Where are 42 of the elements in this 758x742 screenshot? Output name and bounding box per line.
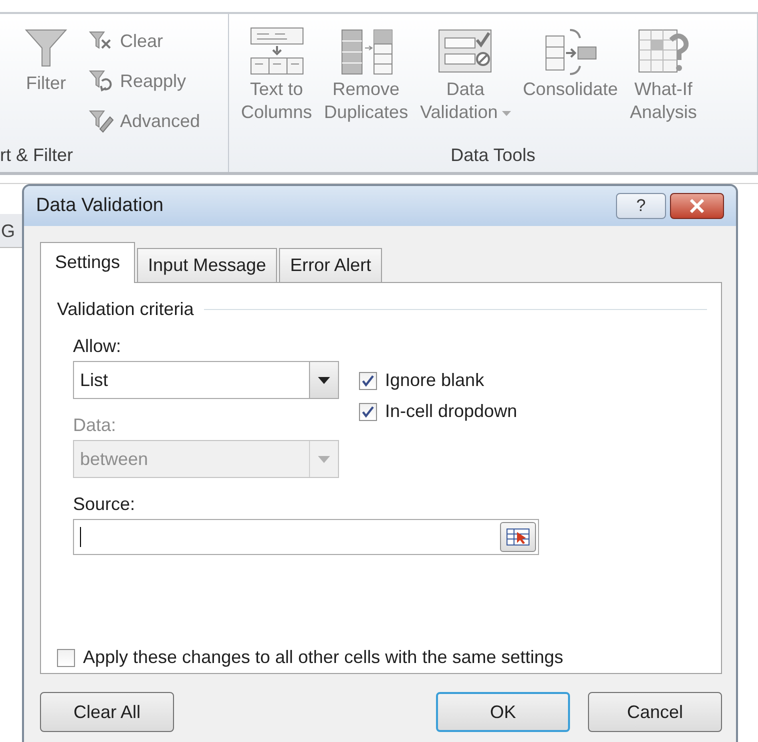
field-label: Allow: [73, 336, 122, 357]
reapply-filter-icon [88, 69, 114, 93]
dropdown-arrow-icon [318, 376, 330, 384]
advanced-filter-icon [88, 109, 114, 133]
ribbon-button[interactable]: Data Validation [416, 22, 515, 145]
checkbox[interactable] [359, 372, 377, 390]
checkbox[interactable] [57, 648, 75, 666]
group-label: Data Tools [450, 145, 536, 167]
range-select-icon [506, 527, 530, 547]
dialog-button[interactable]: OK [436, 692, 570, 732]
checkbox[interactable] [359, 402, 377, 420]
ribbon-button[interactable]: Clear [88, 22, 200, 60]
checkbox-label: In-cell dropdown [385, 401, 518, 422]
field-label: Source: [73, 494, 136, 515]
ribbon-button[interactable]: Text to Columns [237, 22, 316, 145]
text-columns-icon [248, 26, 305, 76]
dialog-button[interactable]: Clear All [40, 692, 174, 732]
group-label: rt & Filter [0, 145, 74, 167]
ribbon-button[interactable]: Reapply [88, 62, 200, 100]
dropdown-field[interactable]: List [73, 361, 339, 399]
dialog-button[interactable]: Cancel [588, 692, 722, 732]
help-button[interactable]: ? [616, 193, 666, 219]
checkbox-label: Ignore blank [385, 370, 484, 391]
window-title: Data Validation [36, 195, 164, 217]
range-select-button[interactable] [500, 522, 536, 552]
ribbon-button[interactable]: Filter [0, 22, 72, 145]
column-header: G [0, 214, 22, 248]
ribbon-button[interactable]: Advanced [88, 102, 200, 140]
close-icon [689, 199, 705, 213]
ribbon-button[interactable]: What-If Analysis [626, 22, 701, 145]
checkbox-label: Apply these changes to all other cells with the same settings [83, 647, 564, 668]
dropdown-arrow-icon [502, 110, 511, 116]
ribbon-button[interactable]: Consolidate [518, 22, 622, 145]
tab[interactable]: Error Alert [279, 248, 382, 282]
source-field[interactable] [73, 519, 539, 555]
dropdown-arrow-icon [318, 456, 330, 462]
group-label: Validation criteria [57, 299, 194, 320]
ribbon-button[interactable]: Remove Duplicates [320, 22, 412, 145]
close-button[interactable] [670, 193, 724, 219]
tab[interactable]: Settings [40, 242, 136, 283]
field-label: Data: [73, 415, 118, 436]
tab[interactable]: Input Message [137, 248, 278, 282]
